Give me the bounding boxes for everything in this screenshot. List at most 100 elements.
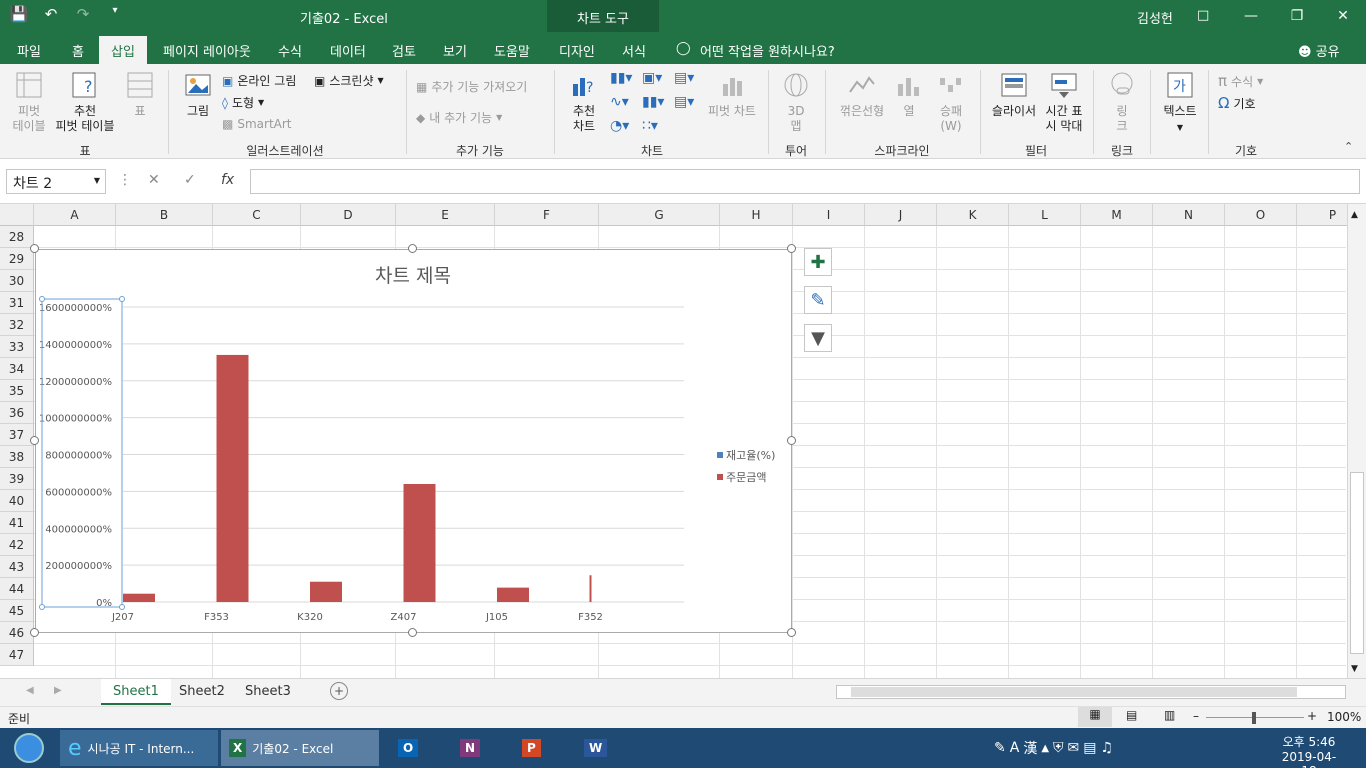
save-icon[interactable]: 💾 xyxy=(8,5,30,23)
tab-file[interactable]: 파일 xyxy=(17,41,41,60)
my-addins-button[interactable]: ◆ 내 추가 기능 ▼ xyxy=(416,109,502,126)
row-header[interactable]: 29 xyxy=(0,248,34,270)
network-icon[interactable]: ▤ xyxy=(1083,740,1096,756)
sheet-tab[interactable]: Sheet1 xyxy=(101,679,171,705)
tell-me-search[interactable]: 어떤 작업을 원하시나요? xyxy=(700,41,835,60)
tab-format[interactable]: 서식 xyxy=(622,41,646,60)
column-header[interactable]: K xyxy=(937,204,1009,226)
resize-handle[interactable] xyxy=(30,244,39,253)
zoom-thumb[interactable] xyxy=(1252,712,1256,724)
scroll-left-icon[interactable]: ◀ xyxy=(26,685,34,696)
customize-qat-icon[interactable]: ▾ xyxy=(104,5,126,23)
chart-styles-button[interactable]: ✎ xyxy=(804,286,832,314)
hierarchy-chart-icon[interactable]: ▣▾ xyxy=(642,70,662,86)
column-header[interactable]: E xyxy=(396,204,495,226)
chart-filters-button[interactable]: ▼ xyxy=(804,324,832,352)
security-icon[interactable]: ⛨ xyxy=(1053,740,1064,756)
chart-area[interactable]: 차트 제목 0% 200000000% 400000000% 600000000% 800… xyxy=(35,249,792,633)
online-picture-button[interactable]: ▣ 온라인 그림 xyxy=(222,72,296,89)
row-header[interactable]: 39 xyxy=(0,468,34,490)
sparkline-line-button[interactable]: 꺾은선형 xyxy=(836,70,888,119)
recommended-pivot-button[interactable]: ? 추천 피벗 테이블 xyxy=(52,70,118,134)
tab-data[interactable]: 데이터 xyxy=(330,41,366,60)
user-name[interactable]: 김성헌 xyxy=(1137,8,1173,27)
ribbon-display-icon[interactable]: □ xyxy=(1197,8,1209,23)
zoom-in-icon[interactable]: + xyxy=(1307,709,1317,723)
line-chart-icon[interactable]: ∿▾ xyxy=(610,94,629,110)
resize-handle[interactable] xyxy=(30,436,39,445)
3d-map-button[interactable]: 3D 맵 xyxy=(778,70,814,134)
zoom-out-icon[interactable]: – xyxy=(1193,709,1199,723)
resize-handle[interactable] xyxy=(408,244,417,253)
taskbar-ie[interactable]: e 시나공 IT - Intern... xyxy=(60,730,218,766)
pivot-chart-button[interactable]: 피벗 차트 xyxy=(704,70,760,119)
pie-chart-icon[interactable]: ◔▾ xyxy=(610,118,629,134)
row-header[interactable]: 30 xyxy=(0,270,34,292)
h-scroll-thumb[interactable] xyxy=(851,687,1297,697)
ime-pen-icon[interactable]: ✎ xyxy=(994,740,1006,756)
column-header[interactable]: G xyxy=(599,204,720,226)
symbol-button[interactable]: Ω 기호 xyxy=(1218,94,1256,112)
row-header[interactable]: 44 xyxy=(0,578,34,600)
tab-page-layout[interactable]: 페이지 레이아웃 xyxy=(163,41,251,60)
ime-mode-a[interactable]: A xyxy=(1010,740,1020,756)
shapes-button[interactable]: ◊ 도형 ▼ xyxy=(222,94,264,111)
scroll-up-icon[interactable]: ▲ xyxy=(1351,210,1358,220)
row-header[interactable]: 40 xyxy=(0,490,34,512)
taskbar-word[interactable]: W xyxy=(576,730,615,766)
add-sheet-button[interactable]: + xyxy=(330,682,348,700)
column-header[interactable]: A xyxy=(34,204,116,226)
taskbar-onenote[interactable]: N xyxy=(452,730,488,766)
close-icon[interactable]: ✕ xyxy=(1320,0,1366,32)
page-layout-view-icon[interactable]: ▤ xyxy=(1126,708,1137,722)
row-header[interactable]: 36 xyxy=(0,402,34,424)
table-button[interactable]: 표 xyxy=(122,70,158,119)
tab-formulas[interactable]: 수식 xyxy=(278,41,302,60)
combo-chart-icon[interactable]: ▤▾ xyxy=(674,94,694,110)
sheet-tab[interactable]: Sheet3 xyxy=(233,679,303,705)
resize-handle[interactable] xyxy=(408,628,417,637)
cell-row[interactable] xyxy=(34,226,1346,248)
tab-help[interactable]: 도움말 xyxy=(494,41,530,60)
slicer-button[interactable]: 슬라이서 xyxy=(988,70,1040,119)
column-header[interactable]: B xyxy=(116,204,213,226)
row-header[interactable]: 31 xyxy=(0,292,34,314)
horizontal-scrollbar[interactable] xyxy=(836,685,1346,699)
row-header[interactable]: 45 xyxy=(0,600,34,622)
column-header[interactable]: M xyxy=(1081,204,1153,226)
page-break-view-icon[interactable]: ▥ xyxy=(1164,708,1175,722)
column-header[interactable]: O xyxy=(1225,204,1297,226)
enter-icon[interactable]: ✓ xyxy=(184,172,196,188)
formula-input[interactable] xyxy=(250,169,1360,194)
row-header[interactable]: 33 xyxy=(0,336,34,358)
clock[interactable]: 오후 5:46 2019-04-18 xyxy=(1276,733,1342,778)
statistic-chart-icon[interactable]: ▮▮▾ xyxy=(642,94,664,110)
tab-design[interactable]: 디자인 xyxy=(559,41,595,60)
waterfall-chart-icon[interactable]: ▤▾ xyxy=(674,70,694,86)
row-header[interactable]: 46 xyxy=(0,622,34,644)
column-header[interactable]: D xyxy=(301,204,396,226)
tab-review[interactable]: 검토 xyxy=(392,41,416,60)
insert-function-icon[interactable]: fx xyxy=(221,172,234,188)
row-header[interactable]: 34 xyxy=(0,358,34,380)
scatter-chart-icon[interactable]: ∷▾ xyxy=(642,118,658,134)
undo-icon[interactable]: ↶ xyxy=(40,5,62,23)
tab-view[interactable]: 보기 xyxy=(443,41,467,60)
resize-handle[interactable] xyxy=(30,628,39,637)
scroll-down-icon[interactable]: ▼ xyxy=(1351,664,1358,674)
smartart-button[interactable]: ▩ SmartArt xyxy=(222,117,292,131)
row-header[interactable]: 41 xyxy=(0,512,34,534)
column-header[interactable]: J xyxy=(865,204,937,226)
chat-icon[interactable]: ✉ xyxy=(1068,740,1080,756)
volume-icon[interactable]: ♫ xyxy=(1100,740,1113,756)
sheet-tab[interactable]: Sheet2 xyxy=(167,679,237,705)
tab-insert[interactable]: 삽입 xyxy=(99,36,147,64)
minimize-icon[interactable]: — xyxy=(1228,0,1274,32)
resize-handle[interactable] xyxy=(787,244,796,253)
row-header[interactable]: 38 xyxy=(0,446,34,468)
cancel-icon[interactable]: ✕ xyxy=(148,172,160,188)
column-header[interactable]: F xyxy=(495,204,599,226)
cell-row[interactable] xyxy=(34,644,1346,666)
scroll-thumb[interactable] xyxy=(1350,472,1364,654)
tab-home[interactable]: 홈 xyxy=(72,41,84,60)
